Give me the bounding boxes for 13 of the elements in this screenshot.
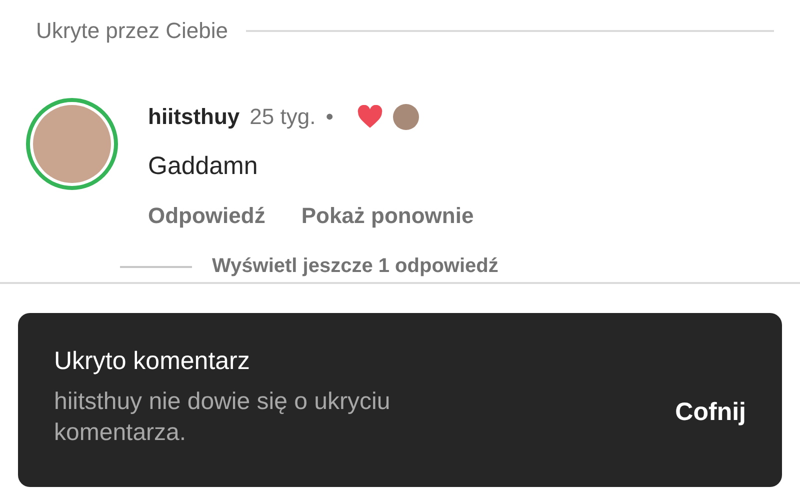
separator-dot: •: [326, 104, 334, 130]
snackbar-title: Ukryto komentarz: [54, 347, 251, 376]
comment-text: Gaddamn: [148, 152, 259, 181]
comment-action[interactable]: Odpowiedź: [148, 203, 266, 229]
username[interactable]: hiitsthuy: [148, 104, 240, 130]
undo-button[interactable]: Cofnij: [675, 398, 746, 426]
author-avatar: [393, 104, 420, 130]
section-title: Ukryte przez Ciebie: [36, 18, 228, 44]
comment-action[interactable]: Pokaż ponownie: [301, 203, 474, 229]
snackbar-message: hiitsthuy nie dowie się o ukryciu komentarza.: [54, 387, 392, 448]
comment-time: 25 tyg.: [250, 104, 316, 130]
view-replies-link[interactable]: Wyświetl jeszcze 1 odpowiedź: [212, 255, 498, 278]
user-avatar[interactable]: [26, 98, 118, 190]
